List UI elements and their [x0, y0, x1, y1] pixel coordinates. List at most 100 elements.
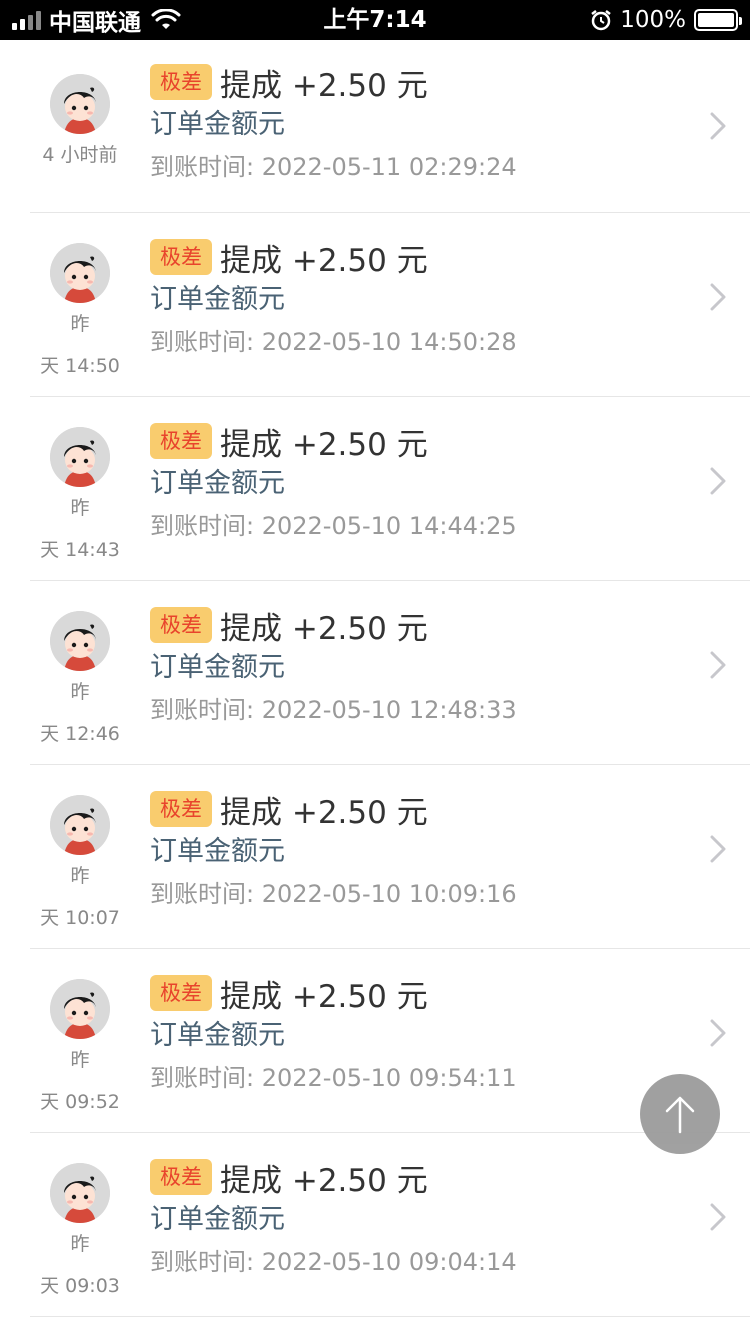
arrival-time: 到账时间: 2022-05-10 14:44:25 — [150, 512, 517, 540]
user-avatar-icon — [50, 243, 110, 303]
title-line: 极差 提成 +2.50 元 — [150, 62, 517, 104]
relative-time-line2: 天 12:46 — [40, 723, 120, 745]
arrival-time: 到账时间: 2022-05-10 14:50:28 — [150, 328, 517, 356]
list-item[interactable]: 昨 天 09:03 极差 提成 +2.50 元 订单金额元 到账时间: 2022… — [30, 1133, 750, 1317]
list-item[interactable]: 昨 天 14:50 极差 提成 +2.50 元 订单金额元 到账时间: 2022… — [30, 213, 750, 397]
title-line: 极差 提成 +2.50 元 — [150, 973, 517, 1015]
item-content: 极差 提成 +2.50 元 订单金额元 到账时间: 2022-05-11 02:… — [150, 62, 517, 187]
relative-time: 昨 天 09:03 — [30, 1223, 130, 1307]
commission-title: 提成 +2.50 元 — [220, 978, 428, 1015]
avatar-column: 昨 天 09:52 — [30, 979, 130, 1123]
user-avatar-icon — [50, 74, 110, 134]
order-amount: 订单金额元 — [150, 1020, 285, 1051]
avatar-column: 昨 天 10:07 — [30, 795, 130, 939]
chevron-right-icon — [710, 283, 726, 311]
title-line: 极差 提成 +2.50 元 — [150, 1157, 517, 1199]
arrow-up-icon — [665, 1096, 695, 1134]
status-right: 100% — [590, 0, 742, 40]
order-amount: 订单金额元 — [150, 836, 285, 867]
arrival-time: 到账时间: 2022-05-10 10:09:16 — [150, 880, 517, 908]
item-content: 极差 提成 +2.50 元 订单金额元 到账时间: 2022-05-10 14:… — [150, 237, 517, 362]
title-line: 极差 提成 +2.50 元 — [150, 421, 517, 463]
item-content: 极差 提成 +2.50 元 订单金额元 到账时间: 2022-05-10 14:… — [150, 421, 517, 546]
list-item[interactable]: 昨 天 14:43 极差 提成 +2.50 元 订单金额元 到账时间: 2022… — [30, 397, 750, 581]
relative-time-line2: 天 14:50 — [40, 355, 120, 377]
relative-time-line1: 4 小时前 — [42, 144, 118, 166]
order-amount: 订单金额元 — [150, 468, 285, 499]
relative-time-line2: 天 09:52 — [40, 1091, 120, 1113]
relative-time: 昨 天 12:46 — [30, 671, 130, 755]
chevron-right-icon — [710, 467, 726, 495]
commission-title: 提成 +2.50 元 — [220, 242, 428, 279]
avatar — [50, 427, 110, 487]
title-line: 极差 提成 +2.50 元 — [150, 237, 517, 279]
commission-title: 提成 +2.50 元 — [220, 794, 428, 831]
avatar-column: 昨 天 14:50 — [30, 243, 130, 387]
chevron-right-icon — [710, 1203, 726, 1231]
user-avatar-icon — [50, 611, 110, 671]
item-content: 极差 提成 +2.50 元 订单金额元 到账时间: 2022-05-10 10:… — [150, 789, 517, 914]
rating-badge: 极差 — [150, 64, 212, 100]
relative-time: 昨 天 14:43 — [30, 487, 130, 571]
relative-time: 4 小时前 — [30, 134, 130, 176]
avatar — [50, 243, 110, 303]
relative-time-line1: 昨 — [70, 865, 90, 887]
arrival-time: 到账时间: 2022-05-10 09:04:14 — [150, 1248, 517, 1276]
rating-badge: 极差 — [150, 607, 212, 643]
relative-time-line2: 天 14:43 — [40, 539, 120, 561]
commission-title: 提成 +2.50 元 — [220, 67, 428, 104]
rating-badge: 极差 — [150, 423, 212, 459]
relative-time-line1: 昨 — [70, 1233, 90, 1255]
avatar — [50, 611, 110, 671]
avatar — [50, 795, 110, 855]
avatar — [50, 979, 110, 1039]
avatar — [50, 1163, 110, 1223]
title-line: 极差 提成 +2.50 元 — [150, 789, 517, 831]
user-avatar-icon — [50, 979, 110, 1039]
order-amount: 订单金额元 — [150, 1204, 285, 1235]
arrival-time: 到账时间: 2022-05-11 02:29:24 — [150, 153, 517, 181]
relative-time-line1: 昨 — [70, 681, 90, 703]
chevron-right-icon — [710, 651, 726, 679]
chevron-right-icon — [710, 835, 726, 863]
user-avatar-icon — [50, 795, 110, 855]
commission-title: 提成 +2.50 元 — [220, 426, 428, 463]
relative-time: 昨 天 14:50 — [30, 303, 130, 387]
rating-badge: 极差 — [150, 1159, 212, 1195]
battery-icon — [694, 9, 742, 31]
relative-time-line2: 天 10:07 — [40, 907, 120, 929]
user-avatar-icon — [50, 427, 110, 487]
list-item[interactable]: 昨 天 10:07 极差 提成 +2.50 元 订单金额元 到账时间: 2022… — [30, 765, 750, 949]
relative-time-line1: 昨 — [70, 1049, 90, 1071]
list-item[interactable]: 昨 天 12:46 极差 提成 +2.50 元 订单金额元 到账时间: 2022… — [30, 581, 750, 765]
rating-badge: 极差 — [150, 239, 212, 275]
relative-time-line1: 昨 — [70, 497, 90, 519]
avatar — [50, 74, 110, 134]
avatar-column: 昨 天 14:43 — [30, 427, 130, 571]
rating-badge: 极差 — [150, 791, 212, 827]
user-avatar-icon — [50, 1163, 110, 1223]
avatar-column: 昨 天 09:03 — [30, 1163, 130, 1307]
order-amount: 订单金额元 — [150, 284, 285, 315]
item-content: 极差 提成 +2.50 元 订单金额元 到账时间: 2022-05-10 12:… — [150, 605, 517, 730]
battery-percent: 100% — [620, 7, 686, 33]
title-line: 极差 提成 +2.50 元 — [150, 605, 517, 647]
status-bar: 中国联通 上午7:14 100% — [0, 0, 750, 40]
list-item[interactable]: 4 小时前 极差 提成 +2.50 元 订单金额元 到账时间: 2022-05-… — [30, 40, 750, 213]
rating-badge: 极差 — [150, 975, 212, 1011]
relative-time-line1: 昨 — [70, 313, 90, 335]
avatar-column: 4 小时前 — [30, 74, 130, 176]
commission-title: 提成 +2.50 元 — [220, 610, 428, 647]
relative-time-line2: 天 09:03 — [40, 1275, 120, 1297]
scroll-to-top-button[interactable] — [640, 1074, 720, 1154]
commission-list: 4 小时前 极差 提成 +2.50 元 订单金额元 到账时间: 2022-05-… — [0, 40, 750, 1317]
chevron-right-icon — [710, 112, 726, 140]
commission-title: 提成 +2.50 元 — [220, 1162, 428, 1199]
avatar-column: 昨 天 12:46 — [30, 611, 130, 755]
arrival-time: 到账时间: 2022-05-10 12:48:33 — [150, 696, 517, 724]
order-amount: 订单金额元 — [150, 109, 285, 140]
order-amount: 订单金额元 — [150, 652, 285, 683]
arrival-time: 到账时间: 2022-05-10 09:54:11 — [150, 1064, 517, 1092]
relative-time: 昨 天 09:52 — [30, 1039, 130, 1123]
alarm-icon — [591, 10, 611, 31]
